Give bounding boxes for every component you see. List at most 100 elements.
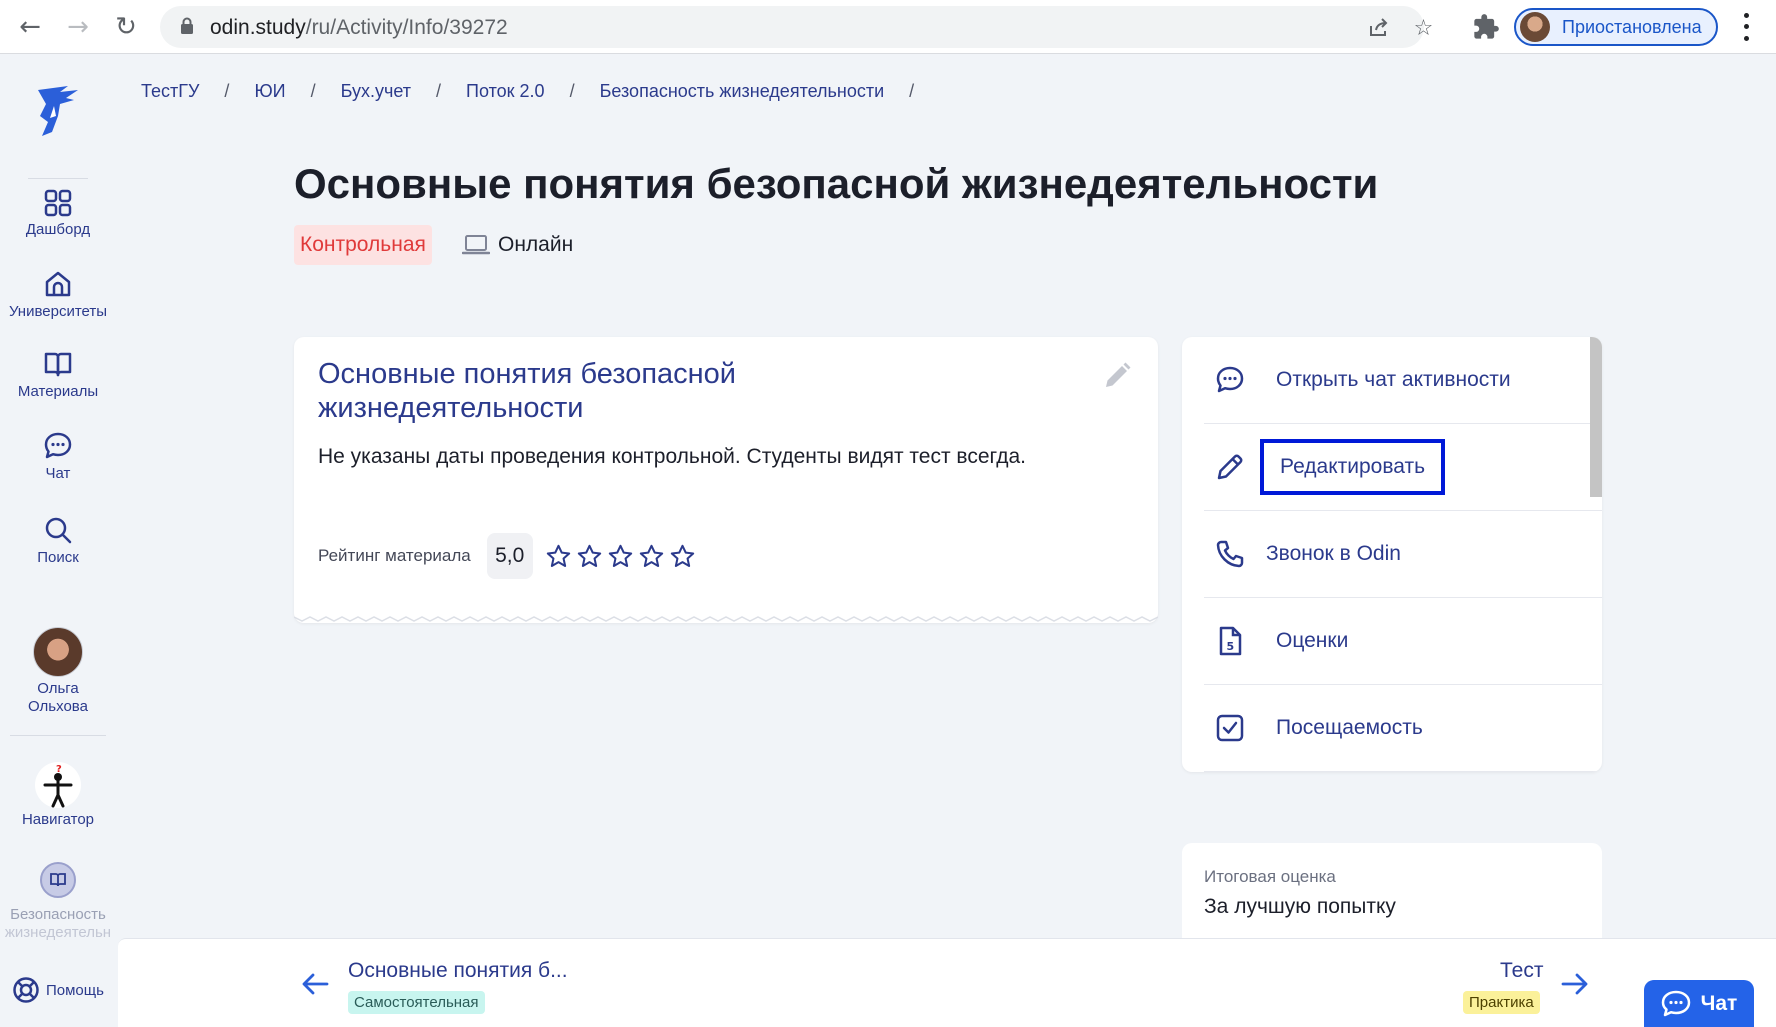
sidebar-item-current-course[interactable]: Безопасность жизнедеятельн bbox=[0, 862, 116, 942]
card-title: Основные понятия безопасной жизнедеятель… bbox=[318, 358, 736, 424]
sidebar-divider bbox=[28, 178, 88, 179]
page-title: Основные понятия безопасной жизнедеятель… bbox=[294, 160, 1379, 207]
chat-widget-button[interactable]: Чат bbox=[1644, 980, 1754, 1027]
arrow-right-icon[interactable] bbox=[1560, 969, 1590, 999]
help-label: Помощь bbox=[46, 981, 104, 999]
sidebar-item-chat[interactable]: Чат bbox=[0, 430, 116, 482]
profile-avatar bbox=[1520, 12, 1550, 42]
edit-activity-button[interactable]: Редактировать bbox=[1204, 424, 1602, 511]
bookmark-star-icon[interactable]: ☆ bbox=[1410, 15, 1437, 42]
action-label: Редактировать bbox=[1260, 439, 1446, 495]
attendance-button[interactable]: Посещаемость bbox=[1204, 685, 1602, 772]
book-icon bbox=[44, 352, 72, 377]
action-label: Оценки bbox=[1276, 629, 1349, 652]
profile-status-label: Приостановлена bbox=[1562, 16, 1702, 37]
phone-icon bbox=[1216, 540, 1244, 568]
lifebuoy-icon bbox=[13, 977, 39, 1003]
url-text: odin.study/ru/Activity/Info/39272 bbox=[210, 16, 508, 40]
course-label-line-1: Безопасность bbox=[10, 906, 106, 923]
breadcrumb-item[interactable]: Бух.учет bbox=[341, 81, 411, 102]
star-icon[interactable] bbox=[607, 543, 634, 570]
profile-button[interactable]: Приостановлена bbox=[1514, 8, 1718, 46]
sidebar-item-navigator[interactable]: ? Навигатор bbox=[0, 762, 116, 828]
breadcrumb-separator: / bbox=[224, 81, 230, 101]
star-icon[interactable] bbox=[638, 543, 665, 570]
address-bar[interactable]: odin.study/ru/Activity/Info/39272 ☆ bbox=[160, 6, 1433, 48]
breadcrumb-separator: / bbox=[909, 81, 915, 101]
lock-icon bbox=[181, 17, 193, 34]
browser-menu-icon[interactable] bbox=[1738, 10, 1754, 44]
course-label-line-2: жизнедеятельн bbox=[4, 924, 112, 941]
previous-activity-badge: Самостоятельная bbox=[348, 991, 485, 1014]
grid-icon bbox=[44, 189, 72, 217]
final-grade-value: За лучшую попытку bbox=[1204, 895, 1396, 918]
chat-widget-label: Чат bbox=[1700, 991, 1738, 1015]
breadcrumb-item[interactable]: ЮИ bbox=[254, 81, 285, 102]
next-activity-badge: Практика bbox=[1463, 991, 1540, 1014]
sidebar-item-materials[interactable]: Материалы bbox=[0, 348, 116, 400]
navigator-figure-icon: ? bbox=[35, 762, 81, 808]
pencil-icon bbox=[1217, 454, 1243, 480]
laptop-icon bbox=[462, 235, 490, 255]
rating-value: 5,0 bbox=[486, 533, 533, 579]
breadcrumb-separator: / bbox=[569, 81, 575, 101]
url-path: /ru/Activity/Info/39272 bbox=[305, 16, 508, 39]
sidebar-item-profile[interactable]: Ольга Ольхова bbox=[0, 627, 116, 716]
open-activity-chat-button[interactable]: Открыть чат активности bbox=[1204, 337, 1602, 424]
extensions-puzzle-icon[interactable] bbox=[1472, 13, 1500, 41]
activity-navigation-bar: Основные понятия б... Самостоятельная Те… bbox=[118, 938, 1776, 1027]
reload-icon[interactable]: ↻ bbox=[108, 9, 144, 45]
odin-logo-icon[interactable] bbox=[28, 82, 86, 140]
breadcrumb-separator: / bbox=[436, 81, 442, 101]
user-first-name: Ольга bbox=[37, 680, 79, 697]
action-label: Открыть чат активности bbox=[1276, 368, 1511, 391]
sidebar-item-label: Материалы bbox=[17, 383, 99, 400]
help-button[interactable]: Помощь bbox=[12, 976, 104, 1004]
scrollbar[interactable] bbox=[1590, 337, 1602, 497]
sidebar-item-universities[interactable]: Университеты bbox=[0, 268, 116, 320]
chat-bubble-icon bbox=[1216, 366, 1244, 393]
sidebar-item-label: Навигатор bbox=[21, 811, 95, 828]
rating-stars[interactable] bbox=[545, 543, 696, 570]
checkbox-icon bbox=[1216, 714, 1244, 742]
activity-actions-panel: Открыть чат активности Редактировать Зво… bbox=[1182, 337, 1602, 772]
pencil-icon[interactable] bbox=[1102, 361, 1132, 391]
activity-format: Онлайн bbox=[462, 233, 573, 257]
sidebar: Дашборд Университеты Материалы Чат Поиск… bbox=[0, 54, 116, 1027]
sidebar-divider bbox=[10, 735, 106, 736]
star-icon[interactable] bbox=[669, 543, 696, 570]
grades-button[interactable]: 5 Оценки bbox=[1204, 598, 1602, 685]
course-book-icon bbox=[40, 862, 76, 898]
browser-toolbar: ← → ↻ odin.study/ru/Activity/Info/39272 … bbox=[0, 0, 1776, 54]
activity-type-badge: Контрольная bbox=[294, 225, 432, 265]
sidebar-item-label: Дашборд bbox=[25, 221, 91, 238]
action-label: Звонок в Odin bbox=[1266, 542, 1401, 565]
sidebar-item-label: Чат bbox=[45, 465, 71, 482]
odin-call-button[interactable]: Звонок в Odin bbox=[1204, 511, 1602, 598]
activity-format-label: Онлайн bbox=[498, 233, 574, 256]
search-icon bbox=[45, 517, 72, 544]
card-description: Не указаны даты проведения контрольной. … bbox=[318, 445, 1027, 468]
next-activity-link[interactable]: Тест bbox=[1500, 959, 1543, 983]
card-zigzag-edge bbox=[294, 616, 1158, 622]
breadcrumb-item[interactable]: Безопасность жизнедеятельности bbox=[600, 81, 885, 102]
url-host: odin.study bbox=[210, 16, 306, 39]
breadcrumb-item[interactable]: ТестГУ bbox=[141, 81, 199, 102]
user-last-name: Ольхова bbox=[28, 698, 88, 715]
share-icon[interactable] bbox=[1366, 15, 1392, 41]
previous-activity-link[interactable]: Основные понятия б... bbox=[348, 959, 568, 983]
sidebar-item-search[interactable]: Поиск bbox=[0, 514, 116, 566]
rating-label: Рейтинг материала bbox=[318, 546, 471, 565]
grade-document-icon: 5 bbox=[1219, 626, 1242, 656]
breadcrumb: ТестГУ / ЮИ / Бух.учет / Поток 2.0 / Без… bbox=[141, 81, 939, 102]
chat-icon bbox=[44, 432, 72, 459]
star-icon[interactable] bbox=[576, 543, 603, 570]
breadcrumb-separator: / bbox=[310, 81, 316, 101]
forward-arrow-icon[interactable]: → bbox=[60, 9, 96, 45]
sidebar-item-dashboard[interactable]: Дашборд bbox=[0, 188, 116, 238]
back-arrow-icon[interactable]: ← bbox=[12, 9, 48, 45]
arrow-left-icon[interactable] bbox=[300, 969, 330, 999]
sidebar-item-label: Университеты bbox=[8, 303, 108, 320]
breadcrumb-item[interactable]: Поток 2.0 bbox=[466, 81, 545, 102]
star-icon[interactable] bbox=[545, 543, 572, 570]
